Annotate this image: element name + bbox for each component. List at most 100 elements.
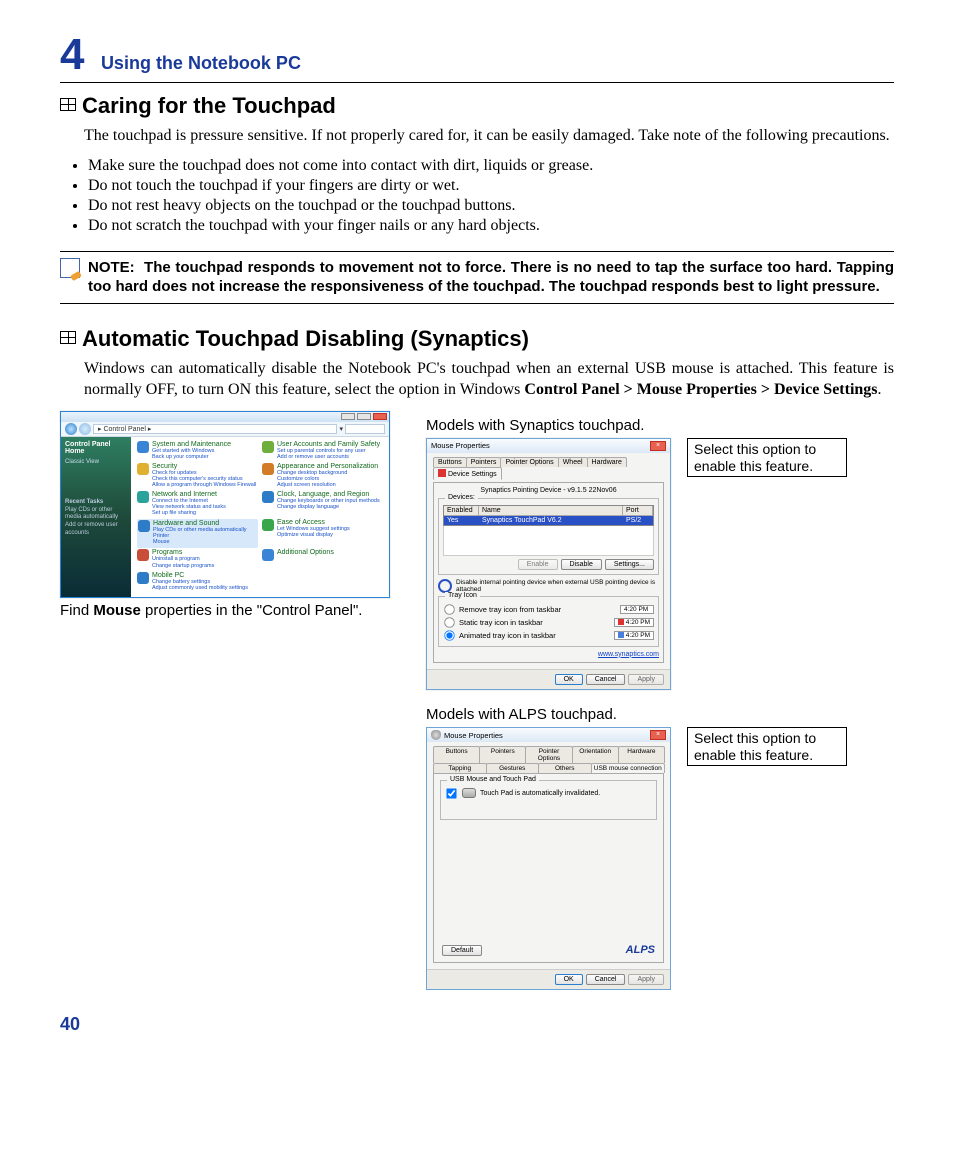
- cp-main-grid: System and MaintenanceGet started with W…: [131, 437, 389, 597]
- tab-device-settings[interactable]: Device Settings: [433, 467, 502, 480]
- ok-button[interactable]: OK: [555, 674, 583, 685]
- enable-button[interactable]: Enable: [518, 559, 558, 570]
- tab-hardware[interactable]: Hardware: [618, 746, 665, 763]
- category-icon: [138, 520, 150, 532]
- precautions-list: Make sure the touchpad does not come int…: [60, 157, 894, 235]
- cp-category[interactable]: Network and InternetConnect to the Inter…: [137, 491, 258, 518]
- alps-tabs-row2: TappingGesturesOthersUSB mouse connectio…: [433, 763, 664, 773]
- category-icon: [262, 519, 274, 531]
- tab-hardware[interactable]: Hardware: [587, 457, 627, 467]
- cp-path[interactable]: ▸ Control Panel ▸: [93, 424, 337, 434]
- chapter-header: 4 Using the Notebook PC: [60, 30, 894, 83]
- settings-button[interactable]: Settings...: [605, 559, 654, 570]
- note-block: NOTE: The touchpad responds to movement …: [60, 251, 894, 304]
- cp-recent-tasks: Recent Tasks Play CDs or other media aut…: [65, 499, 127, 538]
- category-icon: [137, 572, 149, 584]
- forward-button[interactable]: [79, 423, 91, 435]
- cp-caption: Find Mouse properties in the "Control Pa…: [60, 602, 400, 619]
- device-settings-icon: [438, 469, 446, 477]
- alps-titlebar: Mouse Properties ×: [427, 728, 670, 742]
- precaution-2: Do not touch the touchpad if your finger…: [88, 177, 894, 195]
- cancel-button[interactable]: Cancel: [586, 974, 626, 985]
- cp-category[interactable]: Mobile PCChange battery settings Adjust …: [137, 572, 258, 593]
- cp-home-link[interactable]: Control Panel Home: [65, 441, 127, 455]
- category-icon: [137, 549, 149, 561]
- alps-invalidated-checkbox[interactable]: Touch Pad is automatically invalidated.: [445, 787, 652, 800]
- tab-usb-mouse-connection[interactable]: USB mouse connection: [591, 763, 666, 773]
- tab-buttons[interactable]: Buttons: [433, 457, 467, 467]
- mp-title: Mouse Properties: [431, 441, 490, 450]
- caring-intro: The touchpad is pressure sensitive. If n…: [60, 125, 894, 147]
- tray-time-2: 4:20 PM: [614, 618, 654, 627]
- tab-tapping[interactable]: Tapping: [433, 763, 487, 773]
- cp-category[interactable]: User Accounts and Family SafetySet up pa…: [262, 441, 383, 462]
- maximize-button[interactable]: [357, 413, 371, 420]
- cp-category[interactable]: Hardware and SoundPlay CDs or other medi…: [137, 519, 258, 548]
- cp-category[interactable]: Appearance and PersonalizationChange des…: [262, 463, 383, 490]
- devices-table: Enabled Name Port Yes Synaptics TouchPad…: [443, 505, 654, 526]
- chapter-title: Using the Notebook PC: [101, 53, 301, 73]
- category-icon: [262, 463, 274, 475]
- ok-button[interactable]: OK: [555, 974, 583, 985]
- default-button[interactable]: Default: [442, 945, 482, 956]
- disable-button[interactable]: Disable: [561, 559, 602, 570]
- cp-category[interactable]: SecurityCheck for updates Check this com…: [137, 463, 258, 490]
- close-button[interactable]: ×: [650, 441, 666, 451]
- devices-group-label: Devices:: [445, 494, 478, 501]
- mp-subtitle: Synaptics Pointing Device - v9.1.5 22Nov…: [438, 487, 659, 494]
- synaptics-subheader: Models with Synaptics touchpad.: [426, 417, 894, 434]
- chapter-number: 4: [60, 30, 84, 79]
- tab-pointer-options[interactable]: Pointer Options: [500, 457, 558, 467]
- tab-pointer-options[interactable]: Pointer Options: [525, 746, 572, 763]
- close-button[interactable]: [373, 413, 387, 420]
- tab-buttons[interactable]: Buttons: [433, 746, 480, 763]
- cancel-button[interactable]: Cancel: [586, 674, 626, 685]
- cp-category[interactable]: System and MaintenanceGet started with W…: [137, 441, 258, 462]
- apply-button[interactable]: Apply: [628, 674, 664, 685]
- minimize-button[interactable]: [341, 413, 355, 420]
- alps-logo: ALPS: [626, 944, 655, 956]
- synaptics-link[interactable]: www.synaptics.com: [438, 651, 659, 658]
- tab-orientation[interactable]: Orientation: [572, 746, 619, 763]
- cp-classic-view-link[interactable]: Classic View: [65, 459, 127, 465]
- back-button[interactable]: [65, 423, 77, 435]
- precaution-4: Do not scratch the touchpad with your fi…: [88, 217, 894, 235]
- tray-opt-remove[interactable]: Remove tray icon from taskbar 4:20 PM: [443, 603, 654, 616]
- tab-gestures[interactable]: Gestures: [486, 763, 540, 773]
- mp-titlebar: Mouse Properties ×: [427, 439, 670, 453]
- tray-group-label: Tray Icon: [445, 592, 480, 599]
- cp-search-input[interactable]: [345, 424, 385, 434]
- mouse-icon: [462, 788, 476, 798]
- nav-path: Control Panel > Mouse Properties > Devic…: [524, 381, 877, 398]
- category-icon: [137, 463, 149, 475]
- tab-pointers[interactable]: Pointers: [479, 746, 526, 763]
- section-caring-heading: Caring for the Touchpad: [60, 93, 894, 119]
- alps-subheader: Models with ALPS touchpad.: [426, 706, 894, 723]
- category-icon: [262, 549, 274, 561]
- page-number: 40: [60, 1014, 894, 1035]
- tab-pointers[interactable]: Pointers: [466, 457, 502, 467]
- precaution-1: Make sure the touchpad does not come int…: [88, 157, 894, 175]
- alps-tabs-row1: ButtonsPointersPointer OptionsOrientatio…: [433, 746, 664, 763]
- tray-opt-static[interactable]: Static tray icon in taskbar 4:20 PM: [443, 616, 654, 629]
- cp-category[interactable]: Ease of AccessLet Windows suggest settin…: [262, 519, 383, 548]
- devices-row[interactable]: Yes Synaptics TouchPad V6.2 PS/2: [444, 516, 653, 525]
- note-text: NOTE: The touchpad responds to movement …: [88, 258, 894, 297]
- mouse-icon: [431, 730, 441, 740]
- disable-touchpad-checkbox[interactable]: Disable internal pointing device when ex…: [438, 579, 659, 593]
- cp-addressbar: ▸ Control Panel ▸ ▾: [61, 422, 389, 437]
- tray-opt-animated[interactable]: Animated tray icon in taskbar 4:20 PM: [443, 629, 654, 642]
- callout-alps: Select this option to enable this featur…: [687, 727, 847, 767]
- synaptics-window: Mouse Properties × ButtonsPointersPointe…: [426, 438, 671, 690]
- cp-category[interactable]: Additional Options: [262, 549, 383, 570]
- apply-button[interactable]: Apply: [628, 974, 664, 985]
- tab-wheel[interactable]: Wheel: [558, 457, 588, 467]
- category-icon: [137, 491, 149, 503]
- tray-time-3: 4:20 PM: [614, 631, 654, 640]
- cp-category[interactable]: Clock, Language, and RegionChange keyboa…: [262, 491, 383, 518]
- category-icon: [262, 491, 274, 503]
- category-icon: [262, 441, 274, 453]
- close-button[interactable]: ×: [650, 730, 666, 740]
- tab-others[interactable]: Others: [538, 763, 592, 773]
- cp-category[interactable]: ProgramsUninstall a program Change start…: [137, 549, 258, 570]
